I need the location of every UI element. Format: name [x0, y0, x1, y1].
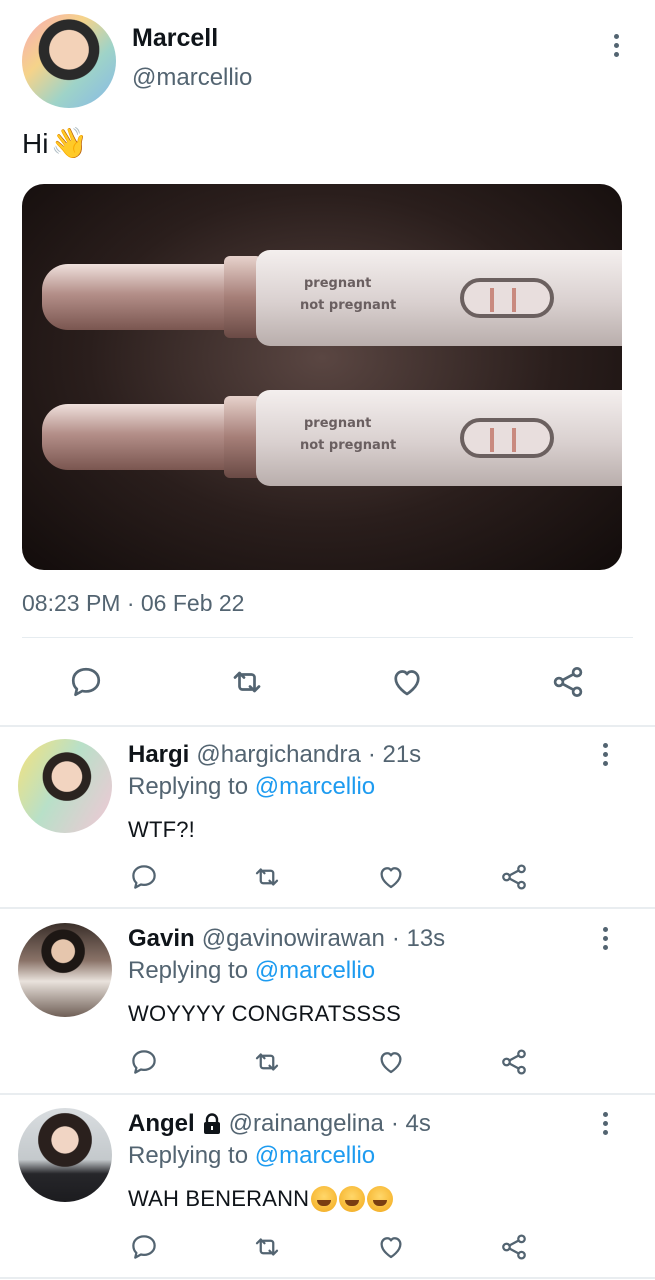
laughing-tears-icon: [339, 1186, 366, 1212]
lock-icon: [202, 1113, 222, 1135]
laughing-tears-icon: [367, 1186, 394, 1212]
share-icon[interactable]: [499, 862, 529, 892]
reply-time: · 13s: [391, 925, 446, 952]
waving-hand-icon: 👋: [50, 127, 88, 160]
like-icon[interactable]: [376, 1232, 406, 1262]
main-tweet: Marcell @marcellio Hi 👋 pregnant not pre…: [0, 0, 655, 726]
replying-to: Replying to @marcellio: [128, 1142, 376, 1169]
share-icon[interactable]: [550, 664, 586, 700]
retweet-icon[interactable]: [252, 862, 282, 892]
reply-header: Angel @rainangelina · 4s: [128, 1110, 431, 1138]
reply-text: WAH BENERANN: [128, 1186, 394, 1212]
retweet-icon[interactable]: [229, 664, 265, 700]
reply-time: · 4s: [390, 1110, 431, 1137]
like-icon[interactable]: [389, 664, 425, 700]
comment-icon[interactable]: [129, 862, 159, 892]
reply-header: Hargi @hargichandra · 21s: [128, 741, 421, 769]
tweet-image[interactable]: pregnant not pregnant pregnant not pregn…: [22, 184, 622, 570]
pregnancy-test-bottom: pregnant not pregnant: [42, 390, 622, 486]
pregnancy-test-top: pregnant not pregnant: [42, 250, 622, 346]
author-name[interactable]: Marcell: [132, 24, 218, 53]
like-icon[interactable]: [376, 1047, 406, 1077]
tweet-text-content: Hi: [22, 127, 49, 159]
reply-author-handle[interactable]: @rainangelina: [229, 1110, 384, 1138]
reply-author-name[interactable]: Gavin: [128, 925, 195, 953]
laughing-tears-icon: [311, 1186, 338, 1212]
reply-author-handle[interactable]: @gavinowirawan: [202, 925, 385, 953]
reply-time: · 21s: [367, 741, 422, 768]
comment-icon[interactable]: [129, 1047, 159, 1077]
reply-author-handle[interactable]: @hargichandra: [196, 741, 360, 769]
tweet-text: Hi 👋: [22, 126, 88, 161]
replying-to: Replying to @marcellio: [128, 773, 376, 800]
replying-to-mention[interactable]: @marcellio: [255, 773, 375, 800]
comment-icon[interactable]: [129, 1232, 159, 1262]
more-options-icon[interactable]: [601, 743, 609, 766]
reply-avatar[interactable]: [18, 923, 112, 1017]
reply-item[interactable]: Gavin @gavinowirawan · 13s Replying to @…: [0, 911, 655, 1095]
reply-text: WOYYYY CONGRATSSSS: [128, 1001, 401, 1026]
divider: [0, 1093, 655, 1095]
retweet-icon[interactable]: [252, 1047, 282, 1077]
divider: [22, 637, 633, 638]
retweet-icon[interactable]: [252, 1232, 282, 1262]
more-options-icon[interactable]: [612, 34, 620, 57]
reply-avatar[interactable]: [18, 1108, 112, 1202]
replying-to-mention[interactable]: @marcellio: [255, 1142, 375, 1169]
share-icon[interactable]: [499, 1047, 529, 1077]
like-icon[interactable]: [376, 862, 406, 892]
divider: [0, 1277, 655, 1279]
replying-to-mention[interactable]: @marcellio: [255, 957, 375, 984]
share-icon[interactable]: [499, 1232, 529, 1262]
author-avatar[interactable]: [22, 14, 116, 108]
reply-text-content: WAH BENERANN: [128, 1186, 310, 1211]
more-options-icon[interactable]: [601, 1112, 609, 1135]
more-options-icon[interactable]: [601, 927, 609, 950]
replying-to: Replying to @marcellio: [128, 957, 376, 984]
divider: [0, 907, 655, 909]
tweet-timestamp[interactable]: 08:23 PM · 06 Feb 22: [22, 590, 244, 617]
reply-author-name[interactable]: Hargi: [128, 741, 189, 769]
reply-author-name[interactable]: Angel: [128, 1110, 195, 1138]
author-handle[interactable]: @marcellio: [132, 64, 252, 92]
reply-text: WTF?!: [128, 817, 195, 842]
reply-item[interactable]: Hargi @hargichandra · 21s Replying to @m…: [0, 727, 655, 911]
comment-icon[interactable]: [68, 664, 104, 700]
reply-item[interactable]: Angel @rainangelina · 4s Replying to @ma…: [0, 1096, 655, 1280]
reply-header: Gavin @gavinowirawan · 13s: [128, 925, 445, 953]
reply-avatar[interactable]: [18, 739, 112, 833]
